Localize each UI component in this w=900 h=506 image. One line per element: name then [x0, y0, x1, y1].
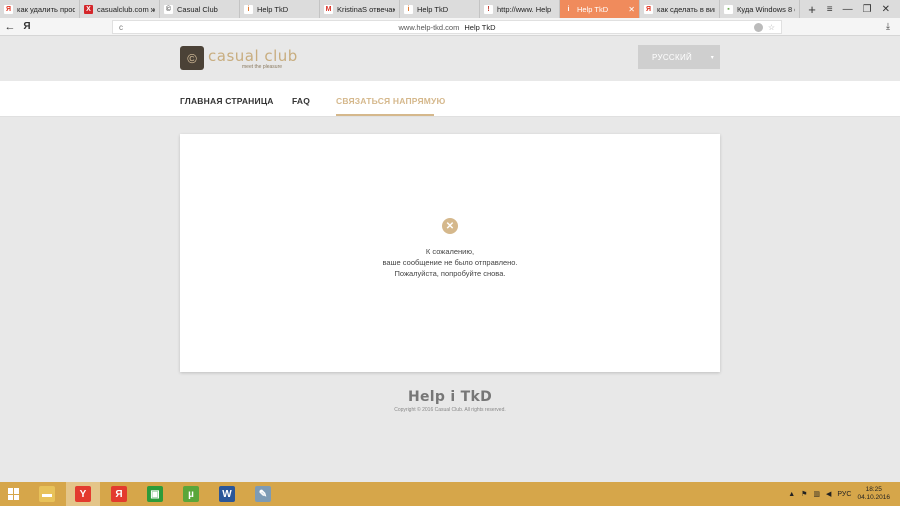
tab-label: Help TkD: [577, 4, 609, 14]
browser-tab[interactable]: i Help TkD: [240, 0, 320, 18]
tab-favicon-icon: Я: [644, 4, 653, 14]
tray-arrow-icon[interactable]: ▲: [788, 491, 795, 498]
browser-tab[interactable]: © Casual Club: [160, 0, 240, 18]
omnibox[interactable]: c www.help-tkd.com Help TkD ☆: [112, 20, 782, 34]
language-select[interactable]: РУССКИЙ ▾: [638, 45, 720, 69]
tab-label: KristinaS отвечаю: [337, 4, 395, 14]
restore-icon[interactable]: ❐: [863, 4, 872, 15]
window-controls: ≡ — ❐ ✕: [827, 0, 900, 18]
close-icon[interactable]: ✕: [882, 4, 890, 15]
clock-date: 04.10.2016: [857, 494, 890, 501]
tab-list: Якак удалить проф Xcasualclub.com ж © Casua…: [0, 0, 800, 18]
taskbar-app-button[interactable]: W: [210, 482, 244, 506]
page-title-text: Help TkD: [464, 22, 496, 32]
footer-copyright: Copyright © 2016 Casual Club. All rights…: [394, 407, 506, 413]
menu-icon[interactable]: ≡: [827, 4, 833, 15]
logo-tagline: meet the pleasure: [242, 64, 283, 70]
volume-icon[interactable]: ◀: [826, 490, 831, 498]
store-icon: ▣: [147, 486, 163, 502]
address-bar-row: ← Я c www.help-tkd.com Help TkD ☆ ⤓: [0, 18, 900, 36]
download-icon[interactable]: ⤓: [886, 21, 890, 32]
tab-favicon-icon: !: [484, 4, 493, 14]
yandex-icon: Я: [111, 486, 127, 502]
tab-favicon-icon: i: [564, 4, 573, 14]
chevron-down-icon: ▾: [710, 54, 714, 61]
reload-icon[interactable]: c: [119, 23, 123, 32]
tab-favicon-icon: Я: [4, 4, 13, 14]
nav-faq[interactable]: FAQ: [292, 96, 310, 106]
message-line: Пожалуйста, попробуйте снова.: [394, 269, 506, 278]
url-text: www.help-tkd.com: [398, 22, 460, 32]
bookmark-star-icon[interactable]: ☆: [768, 23, 775, 32]
main-nav: ГЛАВНАЯ СТРАНИЦА FAQ СВЯЗАТЬСЯ НАПРЯМУЮ: [0, 81, 900, 117]
casual-club-logo-icon[interactable]: ©: [180, 46, 204, 70]
taskbar-app-button[interactable]: ▬: [30, 482, 64, 506]
message-line: К сожалению,: [425, 247, 475, 256]
active-nav-underline: [336, 114, 434, 116]
windows-logo-icon: [8, 488, 20, 500]
clock[interactable]: 18:25 04.10.2016: [857, 486, 890, 502]
tab-label: Help TkD: [257, 4, 289, 14]
tab-favicon-icon: i: [244, 4, 253, 14]
tab-favicon-icon: ©: [164, 4, 173, 14]
browser-tab[interactable]: M KristinaS отвечаю: [320, 0, 400, 18]
tab-label: Куда Windows 8 с: [737, 4, 795, 14]
word-icon: W: [219, 486, 235, 502]
paint-icon: ✎: [255, 486, 271, 502]
taskbar-app-button[interactable]: ▣: [138, 482, 172, 506]
browser-tab[interactable]: i Help TkD: [400, 0, 480, 18]
browser-tab[interactable]: ! http://www. Help: [480, 0, 560, 18]
language-value: РУССКИЙ: [652, 52, 693, 62]
site-header: © casual club meet the pleasure РУССКИЙ …: [0, 37, 900, 81]
taskbar-app-button[interactable]: Я: [102, 482, 136, 506]
yandex-browser-icon: Y: [75, 486, 91, 502]
utorrent-icon: µ: [183, 486, 199, 502]
tab-label: как удалить проф: [17, 4, 75, 14]
tab-favicon-icon: i: [404, 4, 413, 14]
taskbar-apps: ▬ Y Я ▣ µ W ✎: [28, 482, 280, 506]
system-tray: ▲ ⚑ ▥ ◀ РУС 18:25 04.10.2016: [788, 486, 900, 502]
logo-text[interactable]: casual club: [208, 47, 298, 65]
tab-label: как сделать в вин: [657, 4, 715, 14]
minimize-icon[interactable]: —: [843, 4, 853, 15]
windows-taskbar: ▬ Y Я ▣ µ W ✎ ▲ ⚑ ▥ ◀ РУС 18:25 04.10.2016: [0, 482, 900, 506]
tab-label: casualclub.com ж: [97, 4, 155, 14]
browser-tab[interactable]: ▪ Куда Windows 8 с: [720, 0, 800, 18]
new-tab-button[interactable]: +: [800, 0, 824, 18]
yandex-logo-icon[interactable]: Я: [20, 21, 34, 32]
tab-favicon-icon: M: [324, 4, 333, 14]
taskbar-app-button[interactable]: Y: [66, 482, 100, 506]
tab-favicon-icon: ▪: [724, 4, 733, 14]
taskbar-app-button[interactable]: ✎: [246, 482, 280, 506]
nav-home[interactable]: ГЛАВНАЯ СТРАНИЦА: [180, 96, 274, 106]
error-message: К сожалению, ваше сообщение не было отпр…: [180, 246, 720, 279]
tab-label: Casual Club: [177, 4, 218, 14]
back-arrow-icon[interactable]: ←: [0, 21, 20, 33]
tab-favicon-icon: X: [84, 4, 93, 14]
taskbar-app-button[interactable]: µ: [174, 482, 208, 506]
browser-tab[interactable]: i Help TkD ✕: [560, 0, 640, 18]
message-card: ✕ К сожалению, ваше сообщение не было от…: [180, 134, 720, 372]
tab-close-icon[interactable]: ✕: [628, 5, 635, 14]
network-icon[interactable]: ▥: [813, 490, 820, 498]
browser-tab[interactable]: Якак сделать в вин: [640, 0, 720, 18]
footer-logo[interactable]: Help i TkD: [0, 389, 900, 405]
nav-contact[interactable]: СВЯЗАТЬСЯ НАПРЯМУЮ: [336, 96, 446, 106]
tab-label: Help TkD: [417, 4, 449, 14]
file-explorer-icon: ▬: [39, 486, 55, 502]
start-button[interactable]: [0, 482, 28, 506]
browser-tab[interactable]: Xcasualclub.com ж: [80, 0, 160, 18]
tray-lang[interactable]: РУС: [837, 491, 851, 498]
browser-tab-bar: Якак удалить проф Xcasualclub.com ж © Casua…: [0, 0, 900, 18]
tab-label: http://www. Help: [497, 4, 552, 14]
error-close-icon: ✕: [442, 218, 458, 234]
browser-tab[interactable]: Якак удалить проф: [0, 0, 80, 18]
protect-icon[interactable]: [754, 22, 763, 32]
flag-icon[interactable]: ⚑: [801, 490, 807, 498]
message-line: ваше сообщение не было отправлено.: [382, 258, 518, 267]
clock-time: 18:25: [865, 486, 882, 493]
